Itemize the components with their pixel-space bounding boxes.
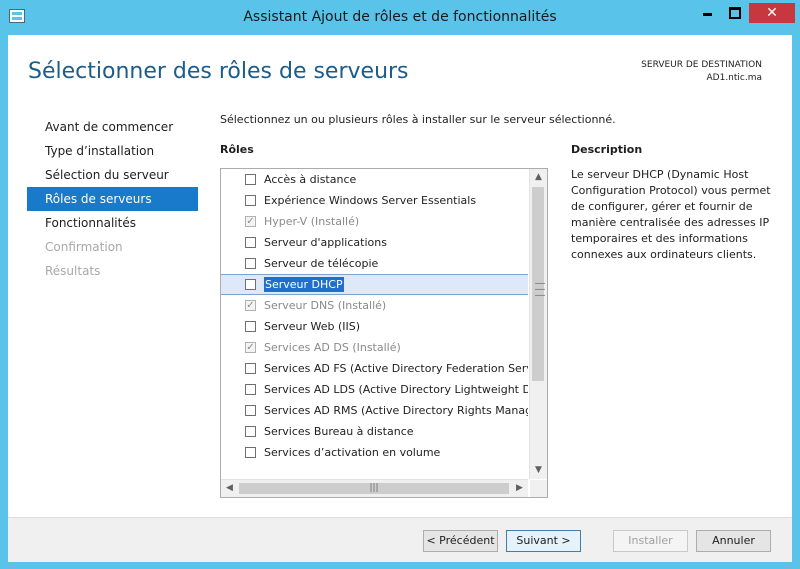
nav-item-server-selection[interactable]: Sélection du serveur	[27, 163, 198, 187]
role-item[interactable]: Services Bureau à distance	[221, 421, 528, 442]
roles-heading: Rôles	[220, 143, 254, 156]
scroll-down-icon[interactable]: ▼	[530, 462, 547, 479]
checked-checkbox: ✓	[245, 216, 256, 227]
role-checkbox[interactable]	[245, 279, 256, 290]
role-checkbox[interactable]	[245, 384, 256, 395]
role-label: Services AD LDS (Active Directory Lightw…	[264, 383, 528, 396]
cancel-button[interactable]: Annuler	[696, 530, 771, 552]
role-checkbox[interactable]	[245, 447, 256, 458]
role-label: Services Bureau à distance	[264, 425, 414, 438]
role-item[interactable]: Serveur d'applications	[221, 232, 528, 253]
role-item[interactable]: Serveur DHCP	[221, 274, 528, 295]
role-item[interactable]: Services AD RMS (Active Directory Rights…	[221, 400, 528, 421]
role-item[interactable]: Expérience Windows Server Essentials	[221, 190, 528, 211]
scrollbar-corner	[530, 480, 547, 497]
minimize-button[interactable]	[693, 3, 721, 23]
role-label: Expérience Windows Server Essentials	[264, 194, 477, 207]
role-checkbox[interactable]	[245, 405, 256, 416]
nav-item-features[interactable]: Fonctionnalités	[27, 211, 198, 235]
destination-server: SERVEUR DE DESTINATION AD1.ntic.ma	[641, 59, 762, 85]
role-label: Serveur Web (IIS)	[264, 320, 361, 333]
horizontal-scroll-thumb[interactable]: |||	[239, 483, 509, 494]
role-checkbox[interactable]	[245, 258, 256, 269]
next-button[interactable]: Suivant >	[506, 530, 581, 552]
checked-checkbox: ✓	[245, 300, 256, 311]
role-label: Serveur d'applications	[264, 236, 387, 249]
horizontal-scrollbar[interactable]: ◀ ||| ▶	[221, 479, 528, 497]
nav-item-confirmation: Confirmation	[45, 240, 123, 254]
wizard-client-area: Sélectionner des rôles de serveurs SERVE…	[8, 35, 792, 562]
role-item: ✓ Services AD DS (Installé)	[221, 337, 528, 358]
roles-list-area: Accès à distance Expérience Windows Serve…	[221, 169, 528, 479]
role-label: Services d’activation en volume	[264, 446, 441, 459]
vertical-scroll-thumb[interactable]: ― ― ―	[532, 187, 545, 381]
close-icon: ✕	[766, 5, 778, 21]
role-label: Accès à distance	[264, 173, 357, 186]
role-item[interactable]: Accès à distance	[221, 169, 528, 190]
destination-server-name: AD1.ntic.ma	[706, 73, 763, 83]
nav-item-server-roles[interactable]: Rôles de serveurs	[27, 187, 198, 211]
role-label: Serveur DNS (Installé)	[264, 299, 387, 312]
window-title: Assistant Ajout de rôles et de fonctionn…	[243, 9, 557, 25]
role-label: Hyper-V (Installé)	[264, 215, 360, 228]
role-checkbox[interactable]	[245, 195, 256, 206]
role-checkbox[interactable]	[245, 174, 256, 185]
checked-checkbox: ✓	[245, 342, 256, 353]
title-bar: Assistant Ajout de rôles et de fonctionn…	[0, 0, 800, 35]
role-checkbox[interactable]	[245, 363, 256, 374]
description-text: Le serveur DHCP (Dynamic Host Configurat…	[571, 168, 771, 261]
scroll-up-icon[interactable]: ▲	[530, 169, 547, 186]
nav-item-results: Résultats	[45, 264, 101, 278]
role-item[interactable]: Serveur de télécopie	[221, 253, 528, 274]
role-item[interactable]: Services AD LDS (Active Directory Lightw…	[221, 379, 528, 400]
previous-button[interactable]: < Précédent	[423, 530, 498, 552]
page-title: Sélectionner des rôles de serveurs	[28, 59, 409, 84]
instructions-text: Sélectionnez un ou plusieurs rôles à ins…	[220, 113, 616, 126]
nav-item-installation-type[interactable]: Type d’installation	[27, 139, 198, 163]
install-button: Installer	[613, 530, 688, 552]
role-checkbox[interactable]	[245, 237, 256, 248]
wizard-footer: < Précédent Suivant > Installer Annuler	[8, 517, 792, 562]
role-checkbox[interactable]	[245, 426, 256, 437]
nav-item-before-you-begin[interactable]: Avant de commencer	[27, 115, 198, 139]
role-label: Services AD RMS (Active Directory Rights…	[264, 404, 528, 417]
role-checkbox[interactable]	[245, 321, 256, 332]
role-label: Serveur de télécopie	[264, 257, 379, 270]
scroll-right-icon[interactable]: ▶	[511, 480, 528, 497]
vertical-scrollbar[interactable]: ▲ ― ― ― ▼	[529, 169, 547, 479]
roles-list[interactable]: Accès à distance Expérience Windows Serve…	[220, 168, 548, 498]
role-item: ✓ Hyper-V (Installé)	[221, 211, 528, 232]
maximize-icon	[729, 6, 741, 19]
close-button[interactable]: ✕	[749, 3, 795, 23]
role-item[interactable]: Serveur Web (IIS)	[221, 316, 528, 337]
description-heading: Description	[571, 143, 643, 156]
role-label: Services AD DS (Installé)	[264, 341, 401, 354]
role-item[interactable]: Services d’activation en volume	[221, 442, 528, 463]
grip-icon: ― ― ―	[535, 278, 545, 301]
role-item[interactable]: Services AD FS (Active Directory Federat…	[221, 358, 528, 379]
scroll-left-icon[interactable]: ◀	[221, 480, 238, 497]
destination-label: SERVEUR DE DESTINATION	[641, 60, 762, 70]
role-label: Services AD FS (Active Directory Federat…	[264, 362, 528, 375]
role-label: Serveur DHCP	[264, 277, 344, 292]
maximize-button[interactable]	[721, 3, 749, 23]
wizard-nav: Avant de commencer Type d’installation S…	[27, 115, 198, 283]
minimize-icon	[702, 13, 712, 16]
role-item: ✓ Serveur DNS (Installé)	[221, 295, 528, 316]
